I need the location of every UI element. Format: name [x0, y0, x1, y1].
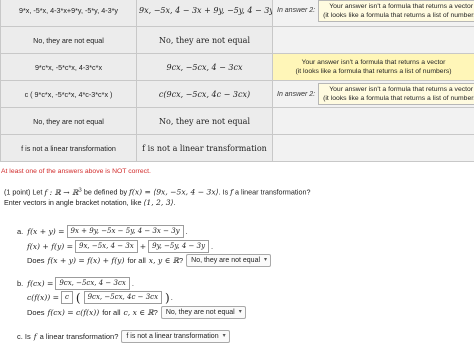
- answer-input-b1[interactable]: 9cx, −5cx, 4 − 3cx: [55, 277, 130, 290]
- results-row: f is not a linear transformation f is not…: [0, 134, 474, 162]
- preview-cell: No, they are not equal: [136, 107, 273, 135]
- message-cell: Your answer isn't a formula that returns…: [272, 53, 474, 81]
- message-cell: In answer 2: Your answer isn't a formula …: [272, 0, 474, 27]
- results-row: No, they are not equal No, they are not e…: [0, 107, 474, 135]
- answer-input-b2-vector[interactable]: 9cx, −5cx, 4c − 3cx: [83, 291, 163, 304]
- message-label: In answer 2:: [277, 90, 316, 98]
- function-map: f : ℝ → ℝ3: [44, 187, 82, 197]
- results-row: No, they are not equal No, they are not e…: [0, 26, 474, 54]
- open-paren: (: [75, 290, 81, 305]
- answer-input-2a[interactable]: 9x, −5x, 4 − 3x: [75, 240, 138, 253]
- answer-select-a[interactable]: No, they are not equal ▾: [186, 254, 272, 267]
- part-b-row1: b. f(cx) = 9cx, −5cx, 4 − 3cx .: [17, 277, 134, 290]
- results-table: 9*x, -5*x, 4-3*x+9*y, -5*y, 4-3*y 9x, −5x…: [0, 0, 474, 162]
- part-c-row: c. Is f a linear transformation? f is no…: [17, 330, 230, 343]
- entered-cell: No, they are not equal: [0, 26, 137, 54]
- part-a-label: a.: [17, 227, 24, 236]
- preview-cell: 9cx, −5cx, 4 − 3cx: [136, 53, 273, 81]
- function-definition: f(x) = ⟨9x, −5x, 4 − 3x⟩: [129, 187, 219, 197]
- part-a-row2: f(x) + f(y) = 9x, −5x, 4 − 3x + 9y, −5y,…: [27, 240, 214, 253]
- preview-cell: c(9cx, −5cx, 4c − 3cx): [136, 80, 273, 108]
- answer-select-b[interactable]: No, they are not equal ▾: [160, 306, 246, 319]
- message-cell: [272, 107, 474, 135]
- close-paren: ): [165, 290, 170, 305]
- answer-input-2b[interactable]: 9y, −5y, 4 − 3y: [148, 240, 210, 253]
- part-a-row1: a. f(x + y) = 9x + 9y, −5x − 5y, 4 − 3x …: [17, 225, 188, 238]
- incorrect-warning: At least one of the answers above is NOT…: [1, 168, 151, 175]
- message-cell: [272, 26, 474, 54]
- instructions: Enter vectors in angle bracket notation,…: [4, 197, 142, 207]
- message-cell: In answer 2: Your answer isn't a formula …: [272, 80, 474, 108]
- question-intro: (1 point) Let: [4, 187, 43, 197]
- preview-cell: No, they are not equal: [136, 26, 273, 54]
- entered-cell: 9*x, -5*x, 4-3*x+9*y, -5*y, 4-3*y: [0, 0, 137, 27]
- part-c-label: c. Is: [17, 332, 31, 341]
- answer-input-b2-scalar[interactable]: c: [60, 291, 73, 304]
- entered-cell: c ( 9*c*x, -5*c*x, 4*c-3*c*x ): [0, 80, 137, 108]
- entered-cell: 9*c*x, -5*c*x, 4-3*c*x: [0, 53, 137, 81]
- question-ask: a linear transformation?: [234, 187, 311, 197]
- part-b-label: b.: [17, 279, 24, 288]
- message-label: In answer 2:: [277, 7, 316, 14]
- chevron-down-icon: ▾: [222, 333, 226, 339]
- question-text: (1 point) Let f : ℝ → ℝ3 be defined by f…: [4, 187, 311, 207]
- preview-cell: 9x, −5x, 4 − 3x + 9y, −5y, 4 − 3y: [136, 0, 273, 27]
- entered-cell: No, they are not equal: [0, 107, 137, 135]
- part-a-row3: Does f(x + y) = f(x) + f(y) for all x, y…: [27, 254, 272, 267]
- example-vector: ⟨1, 2, 3⟩: [143, 197, 174, 207]
- answer-input-1[interactable]: 9x + 9y, −5x − 5y, 4 − 3x − 3y: [66, 225, 184, 238]
- results-row: 9*x, -5*x, 4-3*x+9*y, -5*y, 4-3*y 9x, −5x…: [0, 0, 474, 27]
- message-cell: [272, 134, 474, 162]
- question-defined-by: be defined by: [83, 187, 128, 197]
- results-row: c ( 9*c*x, -5*c*x, 4*c-3*c*x ) c(9cx, −5c…: [0, 80, 474, 108]
- message-text: Your answer isn't a formula that returns…: [318, 0, 474, 22]
- results-row: 9*c*x, -5*c*x, 4-3*c*x 9cx, −5cx, 4 − 3cx…: [0, 53, 474, 81]
- preview-cell: f is not a linear transformation: [136, 134, 273, 162]
- part-b-row3: Does f(cx) = c(f(x)) for all c, x ∈ ℝ? N…: [27, 306, 246, 319]
- chevron-down-icon: ▾: [238, 309, 242, 315]
- answer-select-c[interactable]: f is not a linear transformation ▾: [121, 330, 230, 343]
- message-text: Your answer isn't a formula that returns…: [318, 83, 474, 105]
- part-b-row2: c(f(x)) = c ( 9cx, −5cx, 4c − 3cx ) .: [27, 290, 173, 305]
- entered-cell: f is not a linear transformation: [0, 134, 137, 162]
- chevron-down-icon: ▾: [264, 257, 268, 263]
- message-text: Your answer isn't a formula that returns…: [295, 59, 452, 75]
